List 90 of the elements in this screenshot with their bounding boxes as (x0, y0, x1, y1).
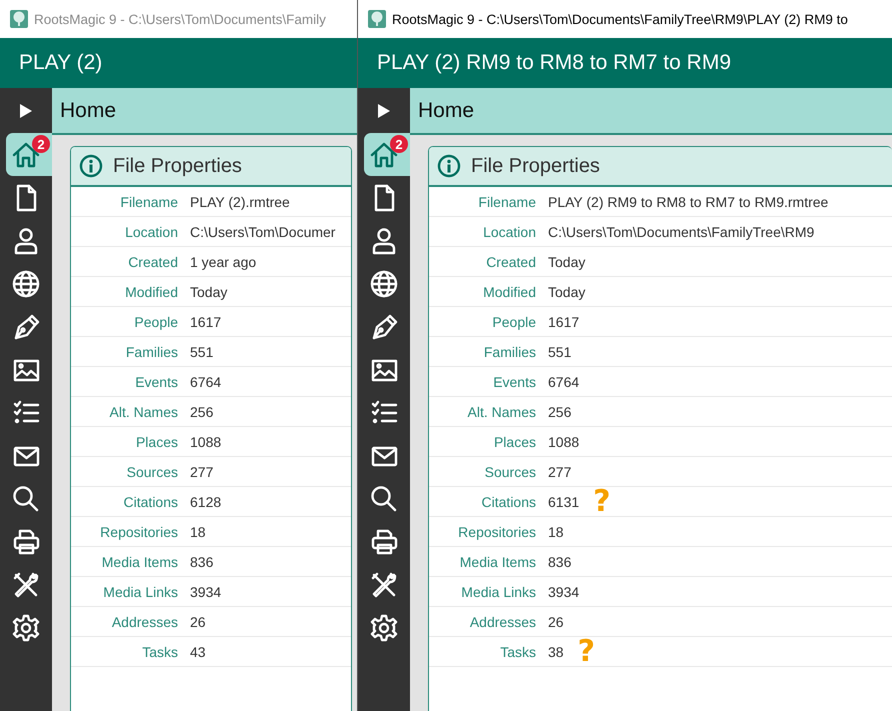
property-value: 551 (190, 344, 214, 360)
property-value: Today (548, 284, 586, 300)
property-value: PLAY (2) RM9 to RM8 to RM7 to RM9.rmtree (548, 194, 828, 210)
property-value: 26 (548, 614, 564, 630)
property-label: Media Links (460, 584, 536, 600)
property-label: Families (482, 344, 536, 360)
property-label: Media Items (100, 554, 178, 570)
property-value: 1088 (548, 434, 580, 450)
property-value: 6128 (190, 494, 222, 510)
property-value: 836 (190, 554, 214, 570)
property-value: 3934 (190, 584, 222, 600)
property-value: 18 (190, 524, 206, 540)
notification-badge: 2 (390, 135, 408, 153)
property-value: PLAY (2).rmtree (190, 194, 290, 210)
property-value: 6764 (548, 374, 580, 390)
globe-icon (369, 268, 399, 298)
property-value: Today (548, 254, 586, 270)
window-title: RootsMagic 9 - C:\Users\Tom\Documents\Family (34, 12, 326, 26)
property-value: 1088 (190, 434, 222, 450)
property-value: 3934 (548, 584, 580, 600)
property-label: Media Links (102, 584, 178, 600)
property-value: C:\Users\Tom\Documents\FamilyTree\RM9 (548, 224, 814, 240)
property-value: 18 (548, 524, 564, 540)
property-label: People (491, 314, 536, 330)
property-value: 836 (548, 554, 572, 570)
property-value: 1 year ago (190, 254, 256, 270)
panel-title: File Properties (113, 154, 242, 178)
info-icon (79, 154, 103, 178)
property-label: Modified (482, 284, 536, 300)
expand-icon[interactable] (20, 104, 32, 118)
search-icon (11, 484, 41, 514)
panel-title: File Properties (471, 154, 600, 178)
tree-icon (368, 10, 386, 28)
property-label: Created (127, 254, 178, 270)
property-value: C:\Users\Tom\Documer (190, 224, 336, 240)
property-label: Sources (484, 464, 536, 480)
property-value: 26 (190, 614, 206, 630)
question-mark-annotation: ? (578, 638, 595, 664)
property-label: Filename (119, 194, 178, 210)
property-label: Created (485, 254, 536, 270)
property-value: 1617 (548, 314, 580, 330)
property-label: Addresses (468, 614, 536, 630)
property-label: Alt. Names (466, 404, 536, 420)
page-title: Home (418, 98, 474, 122)
property-label: Sources (126, 464, 178, 480)
globe-icon (11, 268, 41, 298)
property-value: Today (190, 284, 228, 300)
family-file-title: PLAY (2) RM9 to RM8 to RM7 to RM9 (377, 51, 731, 75)
property-value: 256 (190, 404, 214, 420)
property-label: Repositories (457, 524, 536, 540)
property-label: Filename (477, 194, 536, 210)
property-label: Families (124, 344, 178, 360)
property-value: 256 (548, 404, 572, 420)
property-value: 38 (548, 644, 564, 660)
window-title: RootsMagic 9 - C:\Users\Tom\Documents\FamilyTree\RM9\PLAY (2) RM9 to (392, 12, 848, 26)
property-label: Modified (124, 284, 178, 300)
question-mark-annotation: ? (593, 488, 611, 514)
property-label: Events (134, 374, 178, 390)
property-label: Alt. Names (108, 404, 178, 420)
sidebar-item[interactable]: 2 (6, 133, 52, 176)
property-label: Location (124, 224, 178, 240)
property-value: 277 (548, 464, 572, 480)
notification-badge: 2 (32, 135, 50, 153)
property-label: Addresses (110, 614, 178, 630)
property-value: 277 (190, 464, 214, 480)
info-icon (437, 154, 461, 178)
family-file-title: PLAY (2) (19, 51, 102, 75)
sidebar-item[interactable]: 2 (364, 133, 410, 176)
property-label: People (133, 314, 178, 330)
property-value: 1617 (190, 314, 222, 330)
gear-icon (11, 612, 41, 642)
property-label: Places (492, 434, 536, 450)
property-label: Tasks (499, 644, 536, 660)
property-label: Media Items (458, 554, 536, 570)
search-icon (369, 484, 399, 514)
property-value: 6131 (548, 494, 580, 510)
expand-icon[interactable] (378, 104, 390, 118)
property-label: Events (492, 374, 536, 390)
property-value: 43 (190, 644, 206, 660)
property-label: Tasks (141, 644, 178, 660)
property-label: Places (134, 434, 178, 450)
property-value: 6764 (190, 374, 222, 390)
property-label: Citations (480, 494, 536, 510)
page-title: Home (60, 98, 116, 122)
property-label: Location (482, 224, 536, 240)
gear-icon (369, 612, 399, 642)
property-label: Citations (122, 494, 178, 510)
property-value: 551 (548, 344, 572, 360)
property-label: Repositories (99, 524, 178, 540)
tree-icon (10, 10, 28, 28)
